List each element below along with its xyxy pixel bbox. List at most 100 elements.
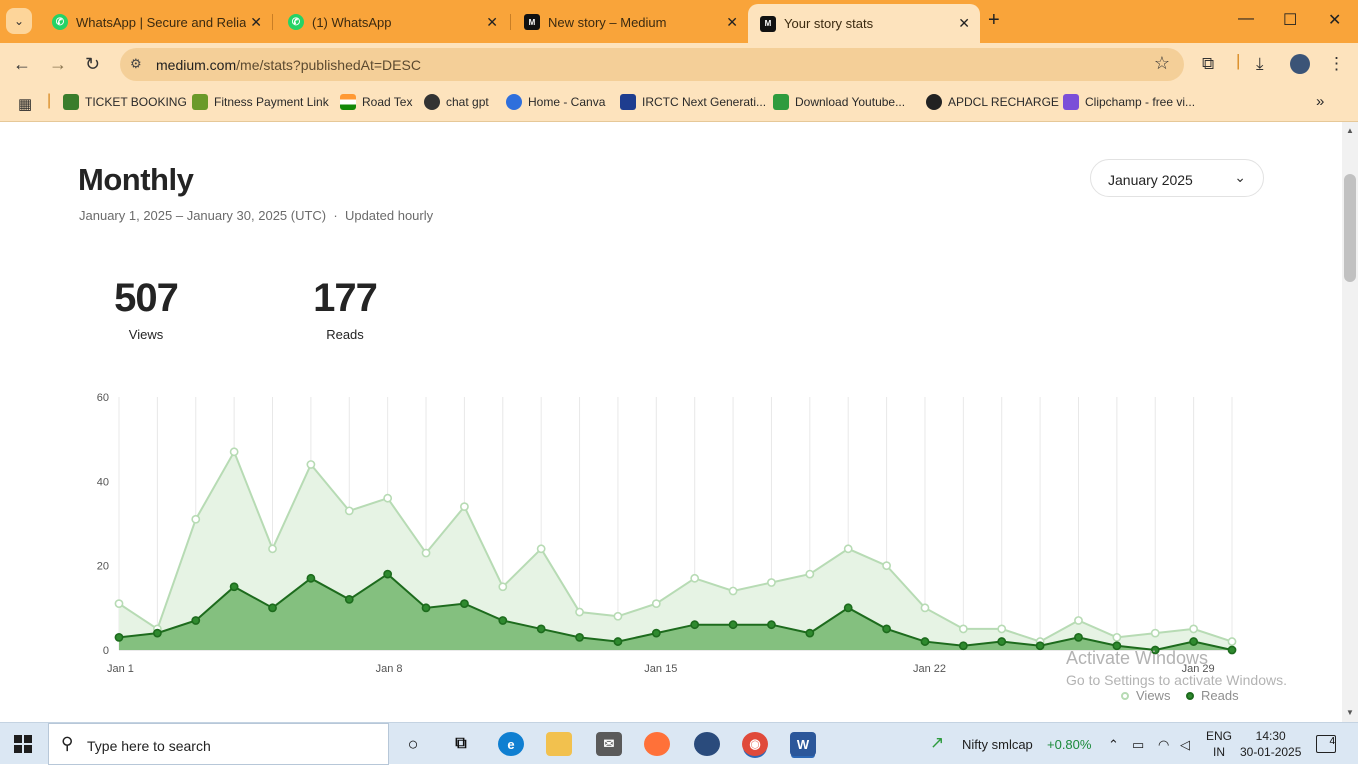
medium-icon: M <box>524 14 540 30</box>
minimize-icon[interactable]: — <box>1238 10 1254 28</box>
data-point <box>613 637 623 646</box>
tab-whatsapp[interactable]: ✆ (1) WhatsApp ✕ <box>276 4 508 40</box>
chrome-icon[interactable]: ◉ <box>742 732 768 756</box>
firefox-icon[interactable] <box>644 732 670 756</box>
tab-search-chevron-icon[interactable]: ⌄ <box>6 8 32 34</box>
tab-new-story[interactable]: M New story – Medium ✕ <box>512 4 748 40</box>
data-point <box>1112 632 1122 642</box>
wifi-icon[interactable]: ◠ <box>1158 737 1169 753</box>
close-icon[interactable]: ✕ <box>726 14 738 31</box>
bookmark-canva[interactable]: Home - Canva <box>506 94 605 110</box>
language-indicator[interactable]: ENG IN <box>1206 728 1232 760</box>
bookmark-apdcl[interactable]: APDCL RECHARGE <box>926 94 1059 110</box>
forward-arrow-icon[interactable]: → <box>49 54 67 75</box>
reload-icon[interactable]: ↻ <box>85 54 100 75</box>
show-hidden-icons-chevron-icon[interactable]: ⌃ <box>1108 737 1119 753</box>
bookmark-ticket-booking[interactable]: TICKET BOOKING <box>63 94 187 110</box>
x-tick-label: Jan 1 <box>107 663 134 675</box>
bookmark-road-tex[interactable]: Road Tex <box>340 94 412 110</box>
back-arrow-icon[interactable]: ← <box>13 54 31 75</box>
data-point <box>1035 641 1045 651</box>
fitness-icon <box>192 94 208 110</box>
x-tick-label: Jan 15 <box>644 663 677 675</box>
cortana-icon[interactable]: ○ <box>400 732 426 756</box>
data-point <box>882 561 891 571</box>
stats-chart: 0204060Jan 1 Jan 8 Jan 15 Jan 22 Jan 29 <box>97 392 1237 675</box>
scroll-down-icon[interactable]: ▼ <box>1346 708 1354 717</box>
data-point <box>767 578 776 587</box>
page-scrollbar[interactable]: ▲ ▼ <box>1342 122 1358 722</box>
data-point <box>575 632 584 642</box>
extensions-icon[interactable]: ⧉ <box>1202 54 1214 74</box>
site-info-icon[interactable]: ⚙ <box>130 56 142 72</box>
volume-icon[interactable]: ◁ <box>1180 737 1190 753</box>
more-bookmarks-icon[interactable]: » <box>1316 93 1324 110</box>
edge-icon[interactable]: e <box>498 732 524 756</box>
profile-avatar[interactable] <box>1290 54 1310 74</box>
data-point <box>152 628 162 638</box>
data-point <box>460 599 469 609</box>
word-icon[interactable]: W <box>790 732 816 756</box>
mail-icon[interactable]: ✉ <box>596 732 622 756</box>
legend-reads[interactable]: Reads <box>1186 688 1239 703</box>
clock[interactable]: 14:30 30-01-2025 <box>1240 728 1301 760</box>
scrollbar-thumb[interactable] <box>1344 174 1356 282</box>
activate-windows-text: Go to Settings to activate Windows. <box>1066 672 1287 688</box>
bookmark-irctc[interactable]: IRCTC Next Generati... <box>620 94 766 110</box>
data-point <box>498 616 508 625</box>
more-menu-icon[interactable]: ⋮ <box>1328 54 1345 74</box>
data-point <box>229 447 239 457</box>
data-point <box>997 637 1007 646</box>
photo-app-icon[interactable] <box>694 732 720 756</box>
close-icon[interactable]: ✕ <box>958 15 970 32</box>
data-point <box>728 586 738 596</box>
bookmark-clipchamp[interactable]: Clipchamp - free vi... <box>1063 94 1195 110</box>
close-icon[interactable]: ✕ <box>250 14 262 31</box>
task-view-icon[interactable]: ⧉ <box>448 732 474 756</box>
windows-start-icon[interactable] <box>14 735 32 753</box>
whatsapp-icon: ✆ <box>288 14 304 30</box>
bookmark-download-youtube[interactable]: Download Youtube... <box>773 94 905 110</box>
url-text[interactable]: medium.com/me/stats?publishedAt=DESC <box>156 57 421 73</box>
data-point <box>1227 637 1237 646</box>
bookmark-fitness-payment[interactable]: Fitness Payment Link <box>192 94 329 110</box>
scroll-up-icon[interactable]: ▲ <box>1346 126 1354 135</box>
window-close-icon[interactable]: ✕ <box>1328 10 1341 30</box>
data-point <box>1189 624 1199 634</box>
data-point <box>306 460 316 469</box>
data-point <box>191 514 201 524</box>
stock-name[interactable]: Nifty smlcap <box>962 737 1033 752</box>
apps-grid-icon[interactable]: ▦ <box>18 95 32 113</box>
data-point <box>191 616 201 625</box>
file-explorer-icon[interactable] <box>546 732 572 756</box>
data-point <box>651 599 661 609</box>
data-point <box>882 624 891 634</box>
data-point <box>344 506 354 516</box>
tab-story-stats[interactable]: M Your story stats ✕ <box>748 4 980 43</box>
tab-title: (1) WhatsApp <box>312 14 392 30</box>
data-point <box>728 620 738 630</box>
maximize-icon[interactable]: ☐ <box>1283 10 1297 30</box>
whatsapp-icon: ✆ <box>52 14 68 30</box>
download-icon[interactable]: ⤓ <box>1256 54 1264 74</box>
browser-tab-strip: ⌄ ✆ WhatsApp | Secure and Reliable ✕ ✆ (… <box>0 0 1358 43</box>
close-icon[interactable]: ✕ <box>486 14 498 31</box>
new-tab-plus-icon[interactable]: + <box>988 9 1000 32</box>
tab-title: New story – Medium <box>548 14 667 30</box>
bookmark-chat-gpt[interactable]: chat gpt <box>424 94 489 110</box>
data-point <box>306 573 316 583</box>
data-point <box>114 599 124 609</box>
bookmarks-bar: ▦ | TICKET BOOKING Fitness Payment Link … <box>0 86 1358 122</box>
battery-icon[interactable]: ▭ <box>1132 737 1144 753</box>
legend-views[interactable]: Views <box>1121 688 1170 703</box>
tab-whatsapp-secure[interactable]: ✆ WhatsApp | Secure and Reliable ✕ <box>40 4 272 40</box>
stock-change: +0.80% <box>1047 737 1092 752</box>
data-point <box>114 632 124 642</box>
address-bar[interactable]: ⚙ medium.com/me/stats?publishedAt=DESC ☆ <box>120 48 1184 81</box>
y-tick-label: 60 <box>97 392 109 404</box>
bookmark-star-icon[interactable]: ☆ <box>1154 53 1170 74</box>
download-arrow-icon <box>773 94 789 110</box>
data-point <box>575 607 584 617</box>
notifications-icon[interactable]: 4 <box>1316 735 1336 753</box>
taskbar-search[interactable]: ⚲ Type here to search <box>48 723 389 765</box>
